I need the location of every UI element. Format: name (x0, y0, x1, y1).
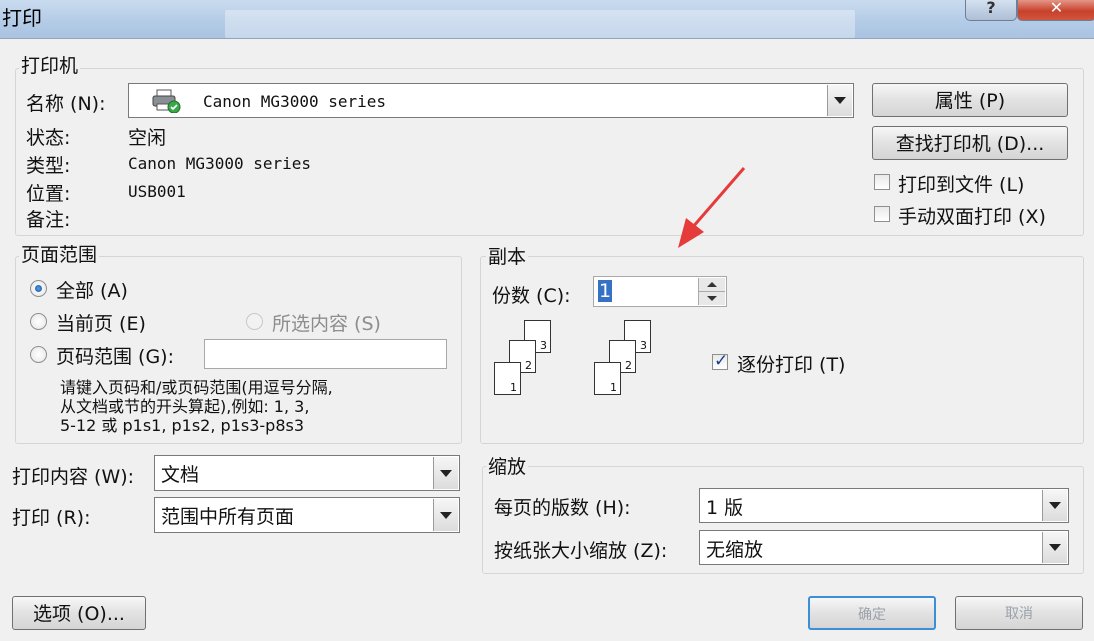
spinner-up-icon[interactable] (699, 278, 725, 292)
print-content-label: 打印内容 (W): (12, 466, 135, 488)
chevron-down-icon (834, 97, 846, 104)
find-printer-button-label: 查找打印机 (D)... (895, 133, 1045, 155)
annotation-arrow (678, 167, 746, 248)
collate-label[interactable]: 逐份打印 (T) (737, 350, 845, 377)
chevron-down-icon (440, 511, 452, 519)
printer-name-select[interactable]: Canon MG3000 series (128, 83, 854, 118)
scale-value: 无缩放 (706, 539, 764, 561)
find-printer-button[interactable]: 查找打印机 (D)... (872, 126, 1068, 160)
status-label: 状态: (26, 127, 71, 149)
options-button[interactable]: 选项 (O)... (12, 596, 146, 630)
properties-button-label: 属性 (P) (934, 90, 1006, 112)
copies-count-label: 份数 (C): (492, 285, 571, 307)
title-bar-glass (225, 10, 855, 38)
zoom-group-label: 缩放 (486, 452, 529, 479)
print-dropdown-button[interactable] (433, 499, 458, 531)
comment-label: 备注: (26, 209, 71, 231)
close-icon: ✕ (1049, 0, 1064, 17)
print-content-select[interactable]: 文档 (154, 455, 460, 491)
range-selection-radio (246, 313, 263, 330)
range-pages-label[interactable]: 页码范围 (G): (56, 342, 174, 369)
manual-duplex-checkbox[interactable] (874, 206, 890, 222)
collate-illustration-left: 3 2 1 (494, 320, 564, 404)
location-label: 位置: (26, 183, 71, 205)
cancel-button-label: 取消 (1005, 606, 1033, 622)
type-label: 类型: (26, 155, 71, 177)
collate-page-1: 1 (494, 362, 521, 395)
pages-per-sheet-value: 1 版 (706, 497, 744, 519)
cancel-button[interactable]: 取消 (955, 596, 1083, 630)
title-bar: 打印 ? ✕ (0, 0, 1094, 39)
copies-count-input[interactable]: 1 (593, 276, 727, 307)
ok-button[interactable]: 确定 (808, 596, 936, 630)
range-all-radio[interactable] (30, 280, 47, 297)
window-title: 打印 (2, 6, 42, 30)
scale-dropdown-button[interactable] (1042, 532, 1067, 563)
collate-checkbox[interactable] (712, 351, 728, 371)
manual-duplex-label[interactable]: 手动双面打印 (X) (898, 202, 1046, 229)
page-range-hint: 请键入页码和/或页码范围(用逗号分隔, 从文档或节的开头算起),例如: 1, 3… (60, 378, 333, 435)
print-value: 范围中所有页面 (161, 506, 295, 528)
chevron-down-icon (1049, 544, 1061, 551)
page-range-input[interactable] (204, 339, 447, 369)
copies-group-label: 副本 (486, 242, 529, 269)
help-button[interactable]: ? (965, 0, 1017, 21)
pages-per-sheet-label: 每页的版数 (H): (494, 497, 631, 519)
printer-name-dropdown-button[interactable] (827, 85, 852, 116)
options-button-label: 选项 (O)... (33, 603, 125, 625)
range-all-label[interactable]: 全部 (A) (56, 276, 128, 303)
range-current-label[interactable]: 当前页 (E) (56, 309, 146, 336)
chevron-down-icon (1049, 502, 1061, 509)
print-to-file-label[interactable]: 打印到文件 (L) (898, 170, 1024, 197)
range-current-radio[interactable] (30, 313, 47, 330)
pages-per-sheet-dropdown-button[interactable] (1042, 490, 1067, 521)
collate-page-1: 1 (594, 362, 621, 395)
page-range-group-label: 页面范围 (19, 240, 100, 267)
print-to-file-checkbox[interactable] (874, 174, 890, 190)
close-button[interactable]: ✕ (1017, 0, 1094, 21)
status-value: 空闲 (128, 127, 167, 149)
printer-name-value: Canon MG3000 series (203, 92, 387, 111)
print-label: 打印 (R): (12, 507, 91, 529)
copies-count-value: 1 (598, 280, 613, 302)
printer-group-label: 打印机 (19, 51, 81, 78)
range-pages-radio[interactable] (30, 346, 47, 363)
scale-select[interactable]: 无缩放 (699, 530, 1069, 565)
properties-button[interactable]: 属性 (P) (872, 83, 1068, 117)
copies-spinner[interactable] (698, 278, 725, 305)
print-content-dropdown-button[interactable] (433, 457, 458, 489)
spinner-down-icon[interactable] (699, 292, 725, 305)
type-value: Canon MG3000 series (128, 154, 312, 173)
print-select[interactable]: 范围中所有页面 (154, 497, 460, 533)
help-icon: ? (986, 0, 996, 17)
location-value: USB001 (128, 182, 186, 201)
range-selection-label: 所选内容 (S) (272, 313, 381, 335)
chevron-down-icon (440, 469, 452, 477)
printer-name-label: 名称 (N): (26, 93, 106, 115)
printer-icon (151, 89, 181, 118)
ok-button-label: 确定 (858, 607, 886, 623)
scale-label: 按纸张大小缩放 (Z): (494, 540, 668, 562)
pages-per-sheet-select[interactable]: 1 版 (699, 488, 1069, 523)
collate-illustration-right: 3 2 1 (594, 320, 664, 404)
print-content-value: 文档 (161, 464, 200, 486)
